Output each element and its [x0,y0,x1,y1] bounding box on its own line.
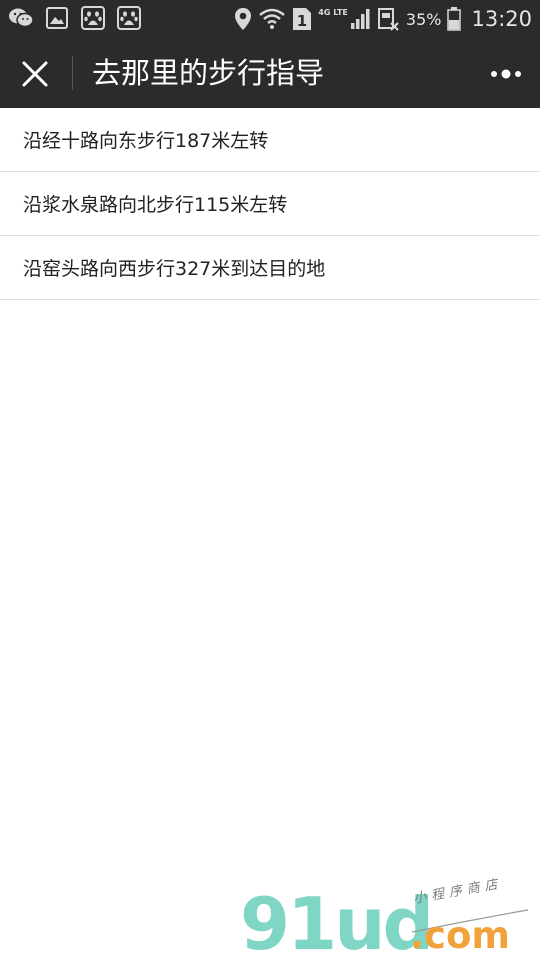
system-status: 1 4G LTE 35% 13:20 [234,0,532,38]
watermark-logo: 91ud [240,882,434,960]
navigation-bar: 去那里的步行指导 [0,38,540,108]
data-roaming-icon [377,7,400,31]
gallery-icon [44,5,70,31]
page-title: 去那里的步行指导 [92,56,325,90]
clock: 13:20 [471,7,532,31]
network-type: 4G LTE [318,7,348,17]
route-steps-list: 沿经十路向东步行187米左转 沿浆水泉路向北步行115米左转 沿窑头路向西步行3… [0,108,540,300]
notification-icons [8,5,142,31]
wechat-icon [8,5,34,31]
wifi-icon [258,7,286,31]
close-icon [22,61,48,87]
nav-divider [72,56,73,90]
route-step[interactable]: 沿窑头路向西步行327米到达目的地 [0,236,540,300]
more-dots-icon [491,69,521,79]
sim-card-icon: 1 [292,7,312,31]
screen: 1 4G LTE 35% 13:20 去那里的步行指导 沿经十路向东步行187米… [0,0,540,960]
route-step[interactable]: 沿浆水泉路向北步行115米左转 [0,172,540,236]
status-bar: 1 4G LTE 35% 13:20 [0,0,540,38]
svg-text:1: 1 [297,12,307,30]
location-icon [234,7,252,31]
watermark-domain-suffix: .com [410,914,510,957]
battery-percent: 35% [405,9,442,29]
route-step[interactable]: 沿经十路向东步行187米左转 [0,108,540,172]
site-watermark: 91ud 小程序商店 .com [240,877,540,960]
signal-icon [350,8,372,30]
baidu-paw-icon [116,5,142,31]
baidu-paw-icon [80,5,106,31]
more-options-button[interactable] [486,55,526,93]
close-button[interactable] [16,55,54,93]
battery-icon [447,7,462,31]
